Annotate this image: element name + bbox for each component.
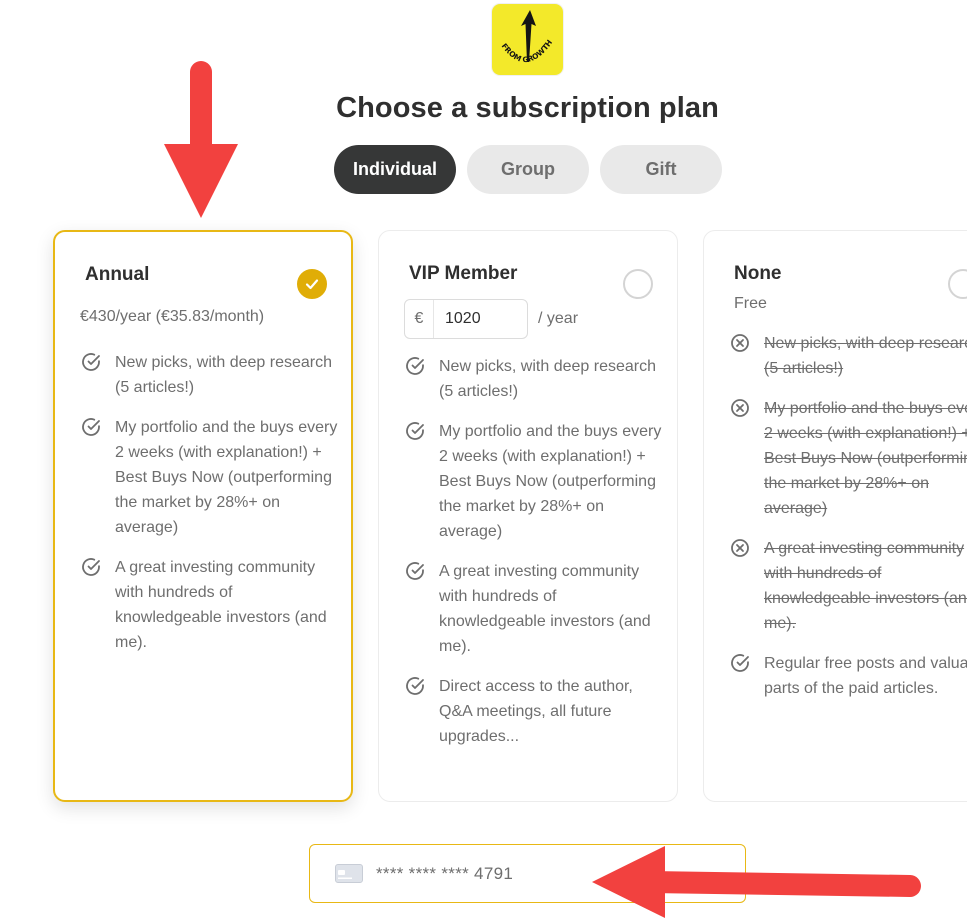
x-circle-icon	[731, 334, 749, 352]
feature-item: A great investing community with hundred…	[404, 559, 667, 659]
tab-gift[interactable]: Gift	[600, 145, 722, 194]
feature-item: My portfolio and the buys every 2 weeks …	[404, 419, 667, 544]
plan-title: VIP Member	[409, 263, 518, 284]
excluded-feature-item: My portfolio and the buys every 2 weeks …	[729, 396, 967, 521]
check-circle-icon	[406, 357, 424, 375]
feature-item: New picks, with deep research (5 article…	[80, 350, 341, 400]
check-circle-icon	[82, 558, 100, 576]
feature-item: My portfolio and the buys every 2 weeks …	[80, 415, 341, 540]
feature-list: New picks, with deep research (5 article…	[80, 350, 341, 670]
feature-item: Direct access to the author, Q&A meeting…	[404, 674, 667, 749]
feature-list: New picks, with deep research (5 article…	[404, 354, 667, 764]
plan-type-tabs: Individual Group Gift	[334, 145, 722, 194]
plan-title: Annual	[85, 264, 150, 285]
feature-item: A great investing community with hundred…	[80, 555, 341, 655]
check-circle-icon	[731, 654, 749, 672]
x-circle-icon	[731, 399, 749, 417]
excluded-feature-item: A great investing community with hundred…	[729, 536, 967, 636]
vip-period-label: / year	[538, 310, 579, 327]
plan-title: None	[734, 263, 782, 284]
currency-label: €	[405, 300, 434, 338]
tab-group[interactable]: Group	[467, 145, 589, 194]
plan-radio-none[interactable]	[948, 269, 967, 299]
vip-amount-row: € / year	[404, 299, 578, 339]
tab-individual[interactable]: Individual	[334, 145, 456, 194]
page-title: Choose a subscription plan	[336, 92, 719, 124]
check-circle-icon	[406, 562, 424, 580]
plan-price: Free	[734, 295, 767, 312]
check-circle-icon	[406, 677, 424, 695]
plan-radio-vip[interactable]	[623, 269, 653, 299]
vip-amount-field: €	[404, 299, 528, 339]
check-circle-icon	[82, 353, 100, 371]
payment-card-field[interactable]: **** **** **** 4791	[309, 844, 746, 903]
vip-amount-input[interactable]	[434, 309, 527, 329]
check-circle-icon	[82, 418, 100, 436]
plan-radio-annual[interactable]	[297, 269, 327, 299]
plan-price: €430/year (€35.83/month)	[80, 308, 265, 325]
checkmark-icon	[305, 279, 319, 290]
feature-item: Regular free posts and valuable parts of…	[729, 651, 967, 701]
plan-card-vip[interactable]: VIP Member € / year New picks, with deep…	[378, 230, 678, 802]
growth-arrow-logo-icon: FROM GROWTH TO VALUE	[492, 4, 563, 75]
feature-item: New picks, with deep research (5 article…	[404, 354, 667, 404]
masked-card-number: **** **** **** 4791	[376, 863, 514, 883]
check-circle-icon	[406, 422, 424, 440]
feature-list: New picks, with deep research (5 article…	[729, 331, 967, 716]
plan-card-annual[interactable]: Annual €430/year (€35.83/month) New pick…	[53, 230, 353, 802]
plan-card-none[interactable]: None Free New picks, with deep research …	[703, 230, 967, 802]
excluded-feature-item: New picks, with deep research (5 article…	[729, 331, 967, 381]
publication-logo: FROM GROWTH TO VALUE	[492, 4, 563, 75]
x-circle-icon	[731, 539, 749, 557]
credit-card-icon	[335, 864, 363, 883]
